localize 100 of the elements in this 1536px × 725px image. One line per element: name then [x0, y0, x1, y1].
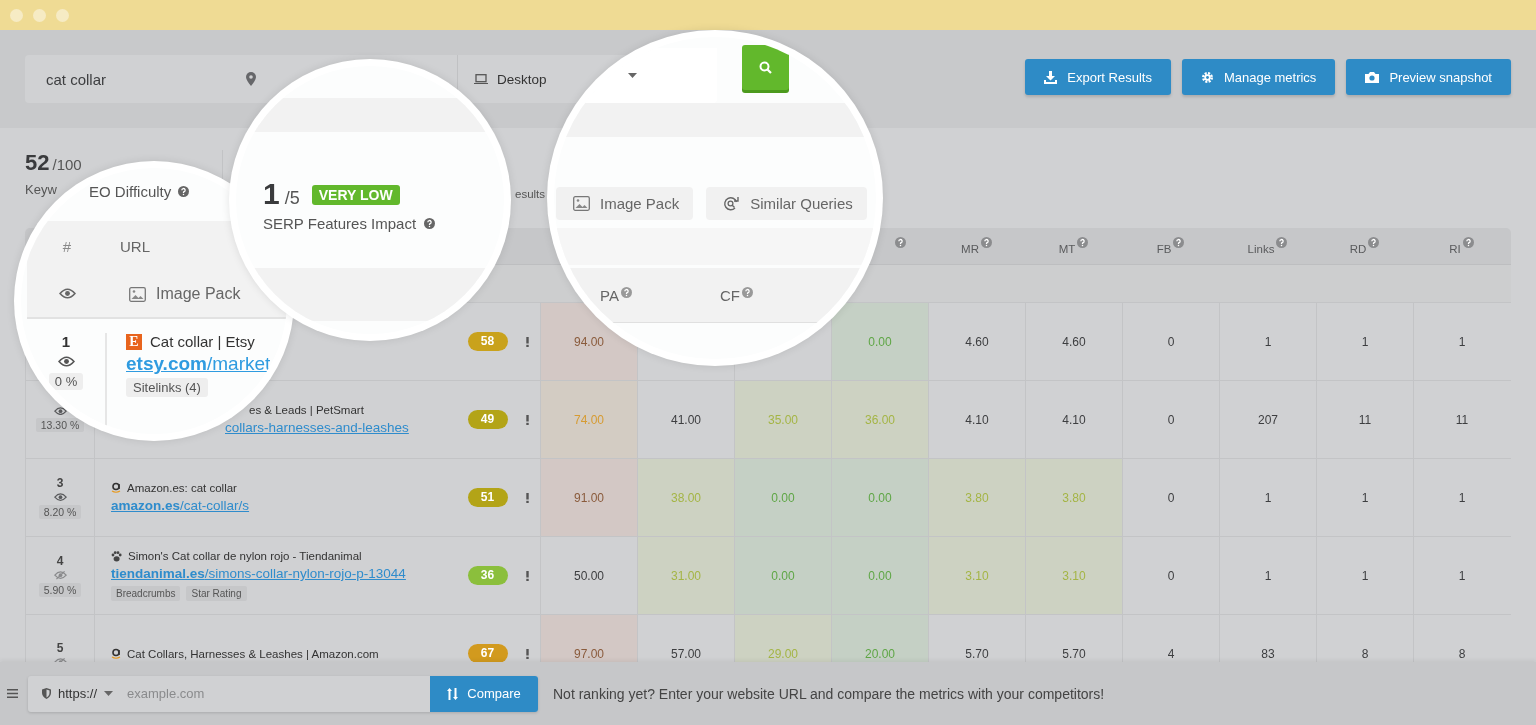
share-badge: 8.20 %: [38, 504, 82, 519]
result-title: Cat collar | Etsy: [150, 333, 255, 350]
column-header[interactable]: FB: [1156, 242, 1172, 255]
help-icon[interactable]: [980, 237, 992, 249]
rank-number: 5: [56, 640, 64, 655]
rank-number: 1: [61, 333, 71, 350]
alert-icon[interactable]: [526, 648, 529, 659]
preview-button[interactable]: Preview snapshot: [1346, 59, 1511, 95]
result-link[interactable]: amazon.es/cat-collar/s: [111, 497, 250, 513]
help-icon[interactable]: [1276, 237, 1288, 249]
gear-icon: [1200, 70, 1214, 84]
protocol-select[interactable]: https://: [58, 686, 98, 701]
eye-icon: [58, 288, 76, 300]
column-header[interactable]: PA: [600, 286, 619, 304]
help-icon[interactable]: [424, 218, 436, 229]
column-header[interactable]: URL: [107, 237, 287, 255]
download-icon: [1044, 70, 1058, 84]
difficulty-label: Keyw: [25, 182, 57, 197]
column-header[interactable]: Links: [1247, 242, 1275, 255]
paw-icon: [111, 550, 122, 562]
help-icon[interactable]: [895, 237, 906, 249]
column-header[interactable]: #: [27, 237, 107, 255]
metric-cell: 0.00: [734, 537, 831, 614]
image-icon: [573, 196, 590, 211]
alert-icon[interactable]: [526, 570, 529, 581]
location-pin-icon: [246, 72, 257, 86]
serp-feature-chip[interactable]: Image Pack: [556, 187, 694, 220]
result-link[interactable]: tiendanimal.es/simons-collar-nylon-rojo-p-13044: [111, 566, 406, 581]
share-badge: 13.30 %: [35, 418, 85, 433]
result-link[interactable]: etsy.com/market: [126, 353, 271, 375]
feature-tag: Star Rating: [186, 586, 247, 601]
url-field[interactable]: https:// example.com Compare: [28, 675, 538, 712]
column-header[interactable]: MT: [1058, 242, 1076, 255]
metric-cell: 0.00: [831, 459, 928, 536]
window-dot-icon[interactable]: [56, 8, 69, 22]
impact-label: SERP Features Impact: [263, 215, 417, 232]
serp-feature-chip[interactable]: Similar Queries: [706, 187, 867, 220]
column-header[interactable]: MR: [961, 242, 979, 255]
shield-icon: [42, 688, 51, 699]
score-badge: 51: [467, 488, 508, 507]
website-input[interactable]: example.com: [125, 685, 420, 702]
metric-cell: 3.10: [928, 537, 1025, 614]
metric-cell: 35.00: [734, 381, 831, 458]
help-icon[interactable]: [742, 286, 753, 298]
rank-number: 3: [56, 476, 64, 491]
result-title: Cat Collars, Harnesses & Leashes | Amazon.com: [127, 647, 379, 660]
share-badge: 5.90 %: [38, 582, 82, 597]
window-dot-icon[interactable]: [33, 8, 46, 22]
metric-cell: 0.00: [734, 459, 831, 536]
metric-cell: 3.80: [928, 459, 1025, 536]
alert-icon[interactable]: [526, 336, 529, 347]
caret-icon[interactable]: [628, 73, 637, 78]
caret-icon[interactable]: [104, 691, 114, 696]
manage-metrics-button[interactable]: Manage metrics: [1181, 59, 1336, 95]
laptop-icon: [474, 74, 489, 84]
device-select[interactable]: Desktop: [497, 71, 547, 87]
result-title: Simon's Cat collar de nylon rojo - Tiendanimal: [128, 550, 362, 562]
help-icon[interactable]: [1462, 237, 1474, 249]
help-icon[interactable]: [620, 286, 632, 298]
share-badge: 0 %: [48, 373, 84, 391]
metric-cell: 36.00: [831, 381, 928, 458]
help-icon[interactable]: [1077, 237, 1089, 249]
alert-icon[interactable]: [526, 492, 529, 503]
window-dot-icon[interactable]: [10, 8, 23, 22]
metric-cell: 3.10: [1025, 537, 1122, 614]
compare-button[interactable]: Compare: [430, 675, 538, 712]
search-refresh-icon: [723, 195, 741, 212]
help-icon[interactable]: [178, 185, 190, 197]
amazon-logo-icon: [111, 482, 121, 493]
metric-cell: 0.00: [831, 303, 928, 380]
alert-icon[interactable]: [526, 414, 529, 425]
shop-logo-icon: E: [126, 333, 142, 350]
menu-icon[interactable]: [7, 689, 18, 698]
metric-cell: 0.00: [831, 537, 928, 614]
metric-cell: 31.00: [637, 537, 734, 614]
camera-icon: [1365, 71, 1380, 83]
difficulty-score: 52: [25, 150, 50, 175]
metric-cell: 3.80: [1025, 459, 1122, 536]
result-title: Amazon.es: cat collar: [127, 481, 237, 494]
feature-tag: Sitelinks (4): [126, 378, 208, 397]
score-badge: 58: [467, 332, 508, 351]
result-title: es & Leads | PetSmart: [249, 403, 364, 416]
search-button[interactable]: [742, 45, 789, 90]
help-icon[interactable]: [1173, 237, 1185, 249]
keyword-field[interactable]: cat collar: [46, 70, 107, 88]
search-icon: [759, 61, 772, 74]
column-header[interactable]: RI: [1449, 242, 1461, 255]
impact-level-badge: VERY LOW: [311, 185, 400, 205]
column-header[interactable]: CF: [720, 286, 740, 304]
column-header[interactable]: RD: [1349, 242, 1367, 255]
swap-icon: [447, 687, 459, 700]
metric-cell: 91.00: [540, 459, 637, 536]
export-button[interactable]: Export Results: [1025, 59, 1171, 95]
image-icon: [129, 286, 146, 302]
serp-feature-label: Image Pack: [156, 285, 241, 303]
result-link[interactable]: collars-harnesses-and-leashes: [225, 419, 409, 435]
amazon-logo-icon: [111, 648, 121, 659]
difficulty-label: EO Difficulty: [89, 182, 172, 200]
help-icon[interactable]: [1368, 237, 1380, 249]
impact-max: /5: [284, 188, 300, 208]
